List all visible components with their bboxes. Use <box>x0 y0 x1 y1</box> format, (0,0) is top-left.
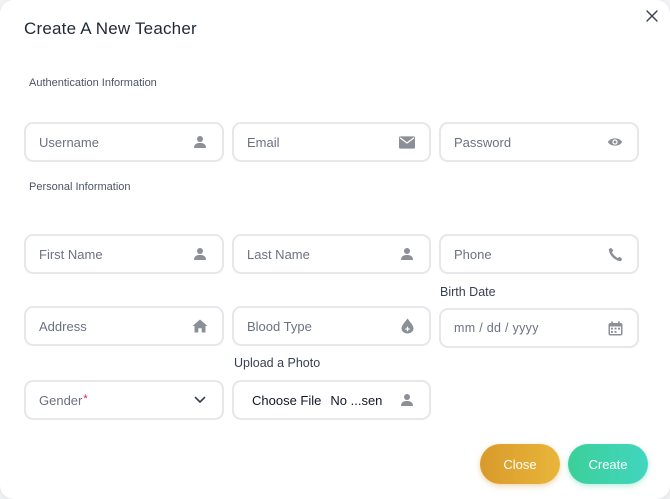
birth-date-placeholder: mm / dd / yyyy <box>454 321 539 335</box>
blood-type-field[interactable]: Blood Type <box>232 306 431 346</box>
envelope-icon <box>399 134 415 150</box>
calendar-icon[interactable] <box>607 320 623 336</box>
home-icon <box>192 318 208 334</box>
address-field[interactable]: Address <box>24 306 224 346</box>
close-icon[interactable] <box>645 9 661 25</box>
username-placeholder: Username <box>39 134 99 150</box>
phone-field[interactable]: Phone <box>439 234 639 274</box>
password-placeholder: Password <box>454 134 512 150</box>
choose-file-button[interactable]: Choose File <box>252 393 321 408</box>
close-button[interactable]: Close <box>480 444 560 484</box>
username-field[interactable]: Username <box>24 122 224 162</box>
password-field[interactable]: Password <box>439 122 639 162</box>
phone-placeholder: Phone <box>454 246 492 262</box>
phone-icon <box>607 246 623 262</box>
modal-title: Create A New Teacher <box>24 19 197 38</box>
first-name-placeholder: First Name <box>39 246 103 262</box>
email-placeholder: Email <box>247 134 280 150</box>
gender-select[interactable]: Gender* <box>24 380 224 420</box>
section-label-personal: Personal Information <box>29 181 131 193</box>
chevron-down-icon <box>192 392 208 408</box>
birth-date-label: Birth Date <box>440 285 496 299</box>
photo-upload-field[interactable]: Choose File No ...sen <box>232 380 431 420</box>
gender-label: Gender <box>39 392 83 408</box>
section-label-authentication: Authentication Information <box>29 77 157 89</box>
email-field[interactable]: Email <box>232 122 431 162</box>
blood-type-placeholder: Blood Type <box>247 318 312 334</box>
address-placeholder: Address <box>39 318 87 334</box>
last-name-placeholder: Last Name <box>247 246 310 262</box>
create-button[interactable]: Create <box>568 444 648 484</box>
eye-icon[interactable] <box>607 134 623 150</box>
gender-placeholder: Gender* <box>39 393 192 408</box>
file-status: No ...sen <box>330 392 383 408</box>
user-icon <box>399 246 415 262</box>
upload-photo-label: Upload a Photo <box>234 356 321 370</box>
blood-drop-icon <box>399 318 415 334</box>
birth-date-field[interactable]: mm / dd / yyyy <box>439 308 639 348</box>
user-icon <box>399 392 415 408</box>
first-name-field[interactable]: First Name <box>24 234 224 274</box>
user-icon <box>192 246 208 262</box>
required-mark: * <box>83 392 88 405</box>
user-icon <box>192 134 208 150</box>
create-teacher-modal: Create A New Teacher Authentication Info… <box>0 0 670 499</box>
last-name-field[interactable]: Last Name <box>232 234 431 274</box>
